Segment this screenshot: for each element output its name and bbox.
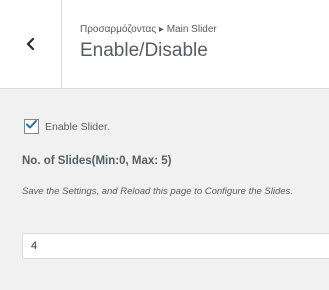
enable-slider-checkbox[interactable] xyxy=(24,119,39,134)
section-header: Προσαρμόζοντας ▸ Main Slider Enable/Disa… xyxy=(0,0,329,89)
checkmark-icon xyxy=(25,118,38,136)
customizer-panel: Προσαρμόζοντας ▸ Main Slider Enable/Disa… xyxy=(0,0,329,290)
section-title: Enable/Disable xyxy=(80,40,208,61)
header-text: Προσαρμόζοντας ▸ Main Slider Enable/Disa… xyxy=(80,24,217,63)
chevron-left-icon xyxy=(26,38,36,50)
settings-body: Enable Slider. No. of Slides(Min:0, Max:… xyxy=(0,89,329,290)
enable-slider-label: Enable Slider. xyxy=(45,120,110,133)
enable-slider-control[interactable]: Enable Slider. xyxy=(24,119,110,134)
slides-count-description: Save the Settings, and Reload this page … xyxy=(22,186,293,197)
back-button[interactable] xyxy=(0,0,62,88)
breadcrumb: Προσαρμόζοντας ▸ Main Slider xyxy=(80,24,217,35)
slides-count-title: No. of Slides(Min:0, Max: 5) xyxy=(22,155,172,167)
slides-count-input[interactable] xyxy=(22,233,329,259)
